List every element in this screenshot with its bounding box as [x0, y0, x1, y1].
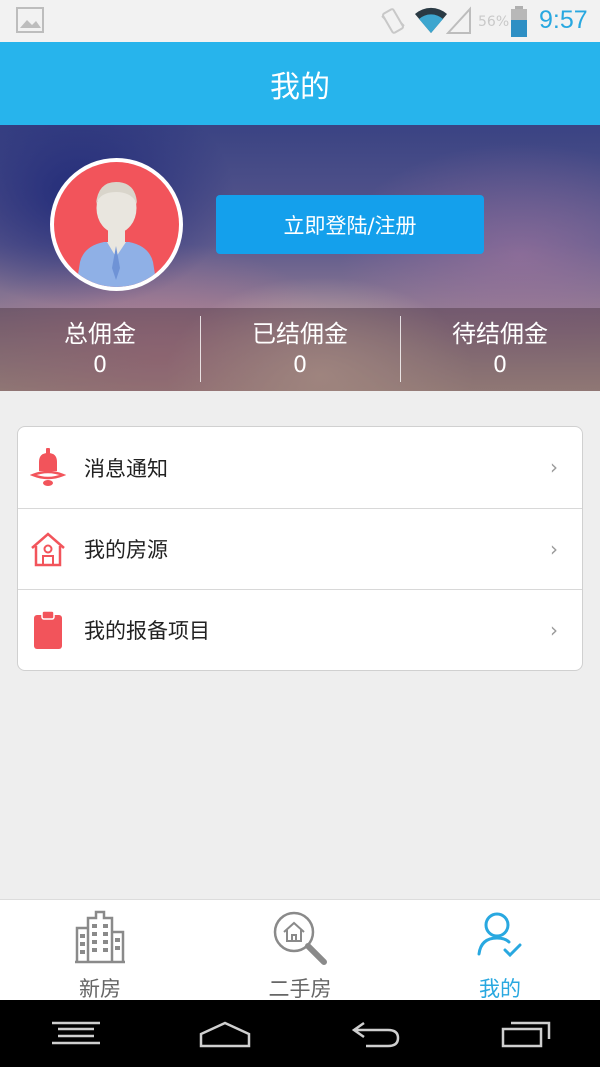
menu-item-my-listings[interactable]: 我的房源 ›: [18, 508, 582, 589]
tab-label: 我的: [479, 977, 521, 1001]
stat-value: 0: [493, 352, 507, 378]
menu-item-notifications[interactable]: 消息通知 ›: [18, 427, 582, 508]
menu-item-my-reports[interactable]: 我的报备项目 ›: [18, 589, 582, 670]
chevron-right-icon: ›: [550, 455, 558, 479]
chevron-right-icon: ›: [550, 537, 558, 561]
tab-mine[interactable]: 我的: [400, 900, 600, 1001]
bell-icon: [29, 447, 67, 487]
home-nav-icon[interactable]: [198, 1020, 252, 1052]
commission-stats: 总佣金 0 已结佣金 0 待结佣金 0: [0, 308, 600, 391]
vibrate-icon: [380, 6, 406, 40]
title-bar: 我的: [0, 42, 600, 125]
menu-list: 消息通知 › 我的房源 › 我的报备项目 ›: [17, 426, 583, 671]
back-nav-icon[interactable]: [350, 1020, 402, 1052]
tab-label: 二手房: [268, 977, 332, 1001]
building-icon: [74, 910, 126, 968]
stat-settled-commission: 已结佣金 0: [200, 308, 400, 391]
wifi-icon: [414, 6, 448, 38]
signal-icon: [445, 6, 472, 38]
user-silhouette-icon: [76, 182, 157, 287]
user-check-icon: [475, 910, 525, 964]
recent-apps-icon[interactable]: [500, 1020, 552, 1052]
menu-lines-icon[interactable]: [50, 1020, 102, 1050]
status-bar: 56% 9:57: [0, 0, 600, 42]
clipboard-icon: [30, 610, 66, 650]
stat-label: 总佣金: [64, 319, 136, 348]
stat-label: 待结佣金: [452, 319, 548, 348]
profile-header: 立即登陆/注册 总佣金 0 已结佣金 0 待结佣金 0: [0, 125, 600, 391]
battery-percent: 56%: [478, 14, 510, 30]
login-register-button[interactable]: 立即登陆/注册: [216, 195, 484, 254]
tab-label: 新房: [79, 977, 121, 1001]
image-notification-icon: [16, 7, 44, 37]
page-title: 我的: [270, 69, 330, 105]
stat-value: 0: [93, 352, 107, 378]
chevron-right-icon: ›: [550, 618, 558, 642]
stat-total-commission: 总佣金 0: [0, 308, 200, 391]
stat-value: 0: [293, 352, 307, 378]
system-nav-bar: [0, 1000, 600, 1067]
avatar[interactable]: [50, 158, 183, 291]
house-search-icon: [272, 910, 328, 970]
menu-item-label: 消息通知: [84, 456, 168, 481]
battery-icon: [510, 6, 528, 42]
stat-pending-commission: 待结佣金 0: [400, 308, 600, 391]
stat-label: 已结佣金: [252, 319, 348, 348]
avatar-image: [54, 162, 179, 287]
tab-second-hand[interactable]: 二手房: [200, 900, 400, 1001]
bottom-tab-bar: 新房 二手房 我的: [0, 899, 600, 1001]
menu-item-label: 我的报备项目: [84, 619, 210, 643]
tab-new-homes[interactable]: 新房: [0, 900, 200, 1001]
menu-item-label: 我的房源: [84, 538, 168, 562]
clock: 9:57: [539, 6, 588, 34]
house-icon: [30, 529, 66, 569]
